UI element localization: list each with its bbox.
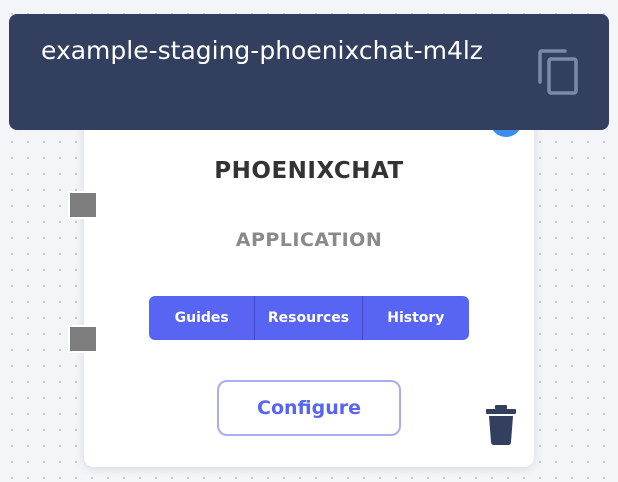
node-input-port[interactable] xyxy=(68,191,98,219)
node-type-label: APPLICATION xyxy=(235,229,383,251)
trash-icon[interactable] xyxy=(484,405,518,445)
tab-resources[interactable]: Resources xyxy=(254,296,361,340)
copy-icon[interactable] xyxy=(537,48,583,96)
node-tab-group: Guides Resources History xyxy=(149,296,469,340)
tooltip-text: example-staging-phoenixchat-m4lz xyxy=(41,36,483,65)
node-name-tooltip: example-staging-phoenixchat-m4lz xyxy=(9,14,609,130)
node-title: PHOENIXCHAT xyxy=(214,158,404,184)
tab-guides[interactable]: Guides xyxy=(149,296,254,340)
tab-history[interactable]: History xyxy=(361,296,469,340)
configure-button[interactable]: Configure xyxy=(217,380,401,436)
node-output-port[interactable] xyxy=(68,325,98,353)
